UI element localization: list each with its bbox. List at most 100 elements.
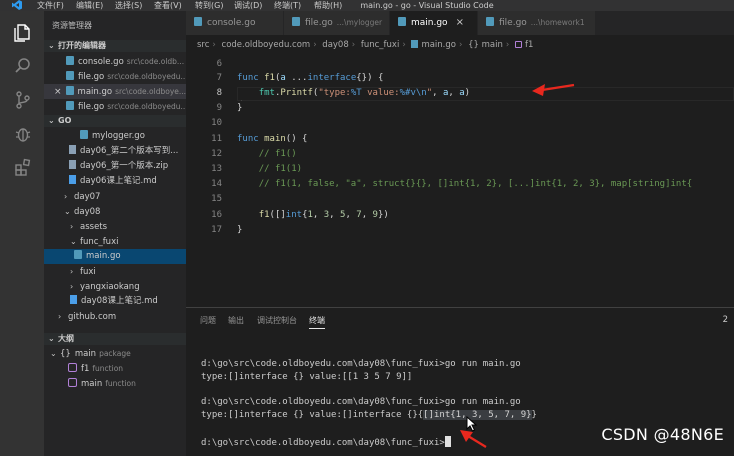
outline-item-kind: function [92, 364, 124, 373]
open-editor-name: file.go [78, 72, 105, 82]
close-icon[interactable]: × [54, 87, 62, 97]
outline-item-label: main [74, 349, 97, 359]
tab-label: file.go [305, 18, 333, 28]
function-icon [68, 363, 77, 372]
tree-item-label: day07 [74, 192, 101, 202]
open-editor-item[interactable]: console.go src\code.oldb... [44, 54, 186, 69]
go-file-icon [66, 101, 74, 110]
tree-folder[interactable]: › yangxiaokang [44, 279, 186, 294]
tab-debug-console[interactable]: 调试控制台 [257, 315, 297, 326]
tree-item[interactable]: day06_第一个版本.zip [44, 159, 186, 174]
tab-terminal[interactable]: 终端 [309, 315, 325, 329]
chevron-right-icon: › [70, 282, 74, 291]
debug-icon[interactable] [12, 123, 34, 145]
line-number: 14 [211, 179, 222, 189]
source-control-icon[interactable] [12, 89, 34, 111]
folder-header-go[interactable]: ⌄ GO [44, 115, 186, 127]
markdown-file-icon [69, 175, 76, 184]
go-file-icon [194, 17, 202, 26]
open-editor-path: src\code.oldboyedu... [107, 72, 186, 81]
go-file-icon [66, 71, 74, 80]
tree-folder[interactable]: › day07 [44, 189, 186, 204]
line-number: 11 [211, 134, 222, 144]
open-editors-header[interactable]: ⌄ 打开的编辑器 [44, 40, 186, 52]
tree-item[interactable]: day06_第二个版本写到... [44, 144, 186, 159]
tab-main-go[interactable]: main.go × [390, 11, 478, 35]
open-editor-path: src\code.oldboye... [115, 87, 186, 96]
code-line-12: // f1() [258, 149, 297, 159]
breadcrumb-item[interactable]: f1 [525, 40, 533, 50]
tab-problems[interactable]: 问题 [200, 315, 216, 326]
outline-item-kind: package [99, 349, 131, 358]
tab-output[interactable]: 输出 [228, 315, 244, 326]
terminal-prompt-line[interactable]: d:\go\src\code.oldboyedu.com\day08\func_… [201, 436, 451, 448]
tree-item-selected[interactable]: main.go [44, 249, 186, 264]
code-line-13: // f1(1) [258, 164, 303, 174]
editor-tab-bar: console.go file.go ...\mylogger main.go × … [186, 11, 734, 35]
code-line-11: func main() { [237, 134, 308, 144]
go-file-icon [411, 40, 419, 48]
outline-header[interactable]: ⌄ 大纲 [44, 333, 186, 345]
outline-item[interactable]: ⌄{} main package [44, 346, 186, 361]
open-editor-path: src\code.oldb... [126, 57, 185, 66]
tree-folder[interactable]: ⌄ func_fuxi [44, 234, 186, 249]
chevron-right-icon: › [70, 267, 74, 276]
files-icon[interactable] [12, 21, 34, 43]
tree-item[interactable]: day08课上笔记.md [44, 294, 186, 309]
terminal-line: type:[]interface {} value:[[1 3 5 7 9]] [201, 372, 413, 382]
code-line-7: func f1(a ...interface{}) { [237, 73, 384, 83]
breadcrumb-item[interactable]: day08 [322, 40, 348, 50]
line-number: 6 [216, 59, 222, 69]
open-editor-item[interactable]: file.go src\code.oldboyedu... [44, 99, 186, 114]
tab-path: ...\mylogger [336, 18, 383, 27]
breadcrumb-item[interactable]: {} main [468, 40, 503, 50]
extensions-icon[interactable] [12, 157, 34, 179]
outline-item[interactable]: main function [44, 376, 186, 391]
tree-folder[interactable]: › assets [44, 219, 186, 234]
outline-item[interactable]: f1 function [44, 361, 186, 376]
go-file-icon [292, 17, 300, 26]
chevron-right-icon: › [70, 222, 74, 231]
tree-item-label: func_fuxi [80, 237, 119, 247]
code-editor[interactable]: 6 7 8 9 10 11 12 13 14 15 16 17 func f1(… [186, 55, 734, 300]
search-icon[interactable] [12, 55, 34, 77]
chevron-down-icon: ⌄ [64, 207, 71, 216]
tree-item-label: day06课上笔记.md [80, 176, 157, 186]
activity-bar [0, 11, 44, 456]
breadcrumb-item[interactable]: main.go [421, 40, 456, 50]
tab-console-go[interactable]: console.go [186, 11, 284, 35]
tree-item[interactable]: day06课上笔记.md [44, 174, 186, 189]
chevron-right-icon: › [64, 192, 68, 201]
tree-item[interactable]: mylogger.go [44, 129, 186, 144]
chevron-down-icon: ⌄ [48, 41, 55, 50]
go-file-icon [486, 17, 494, 26]
tab-label: file.go [499, 18, 527, 28]
terminal-instance-number[interactable]: 2 [723, 315, 728, 325]
line-number: 9 [216, 103, 222, 113]
folder-label: GO [58, 116, 72, 125]
go-file-icon [65, 86, 74, 95]
breadcrumb-item[interactable]: code.oldboyedu.com [222, 40, 311, 50]
line-number: 10 [211, 118, 222, 128]
terminal-prompt: d:\go\src\code.oldboyedu.com\day08\func_… [201, 438, 445, 448]
tree-item-label: main.go [86, 251, 121, 261]
function-icon [514, 41, 522, 48]
tab-file-go-mylogger[interactable]: file.go ...\mylogger [284, 11, 390, 35]
explorer-sidebar: 资源管理器 ⌄ 打开的编辑器 console.go src\code.oldb...… [44, 11, 186, 456]
tab-file-go-homework[interactable]: file.go ...\homework1 [478, 11, 596, 35]
open-editor-item[interactable]: × main.go src\code.oldboye... [44, 84, 186, 99]
close-icon[interactable]: × [456, 17, 464, 28]
breadcrumb-item[interactable]: src [197, 40, 209, 50]
outline-item-label: main [81, 379, 103, 389]
file-icon [69, 145, 76, 154]
code-line-16: f1([]int{1, 3, 5, 7, 9}) [258, 210, 389, 220]
outline-label: 大纲 [58, 334, 74, 343]
open-editor-item[interactable]: file.go src\code.oldboyedu... [44, 69, 186, 84]
tree-item-label: day08 [74, 207, 101, 217]
breadcrumb-item[interactable]: func_fuxi [361, 40, 399, 50]
tree-folder[interactable]: ⌄ day08 [44, 204, 186, 219]
code-line-14: // f1(1, false, "a", struct{}{}, []int{1… [258, 179, 693, 189]
tree-folder[interactable]: › fuxi [44, 264, 186, 279]
tree-folder[interactable]: › github.com [44, 309, 186, 324]
title-bar: 文件(F) 编辑(E) 选择(S) 查看(V) 转到(G) 调试(D) 终端(T… [0, 0, 734, 11]
